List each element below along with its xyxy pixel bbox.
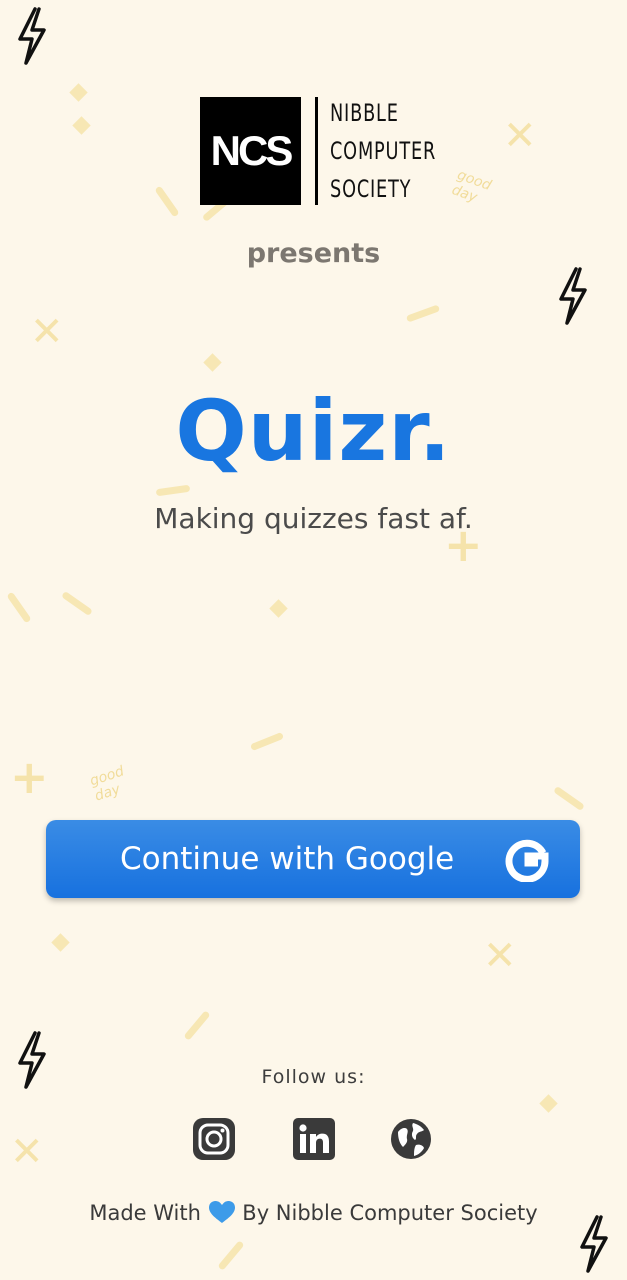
decor-dash (6, 591, 32, 624)
decor-dot (51, 933, 70, 952)
decor-good-day: good day (87, 763, 127, 805)
instagram-icon[interactable] (192, 1117, 236, 1161)
lightning-bolt-icon (18, 7, 46, 65)
lightning-bolt-icon (559, 267, 587, 325)
heart-icon (208, 1201, 235, 1223)
decor-dot (203, 353, 222, 372)
logo-line: NIBBLE (330, 99, 399, 127)
decor-dash (61, 590, 93, 617)
app-tagline: Making quizzes fast af. (154, 502, 473, 535)
decor-dot (72, 116, 91, 135)
decor-dot (539, 1094, 558, 1113)
linkedin-icon[interactable] (292, 1117, 336, 1161)
decor-dash (154, 185, 180, 218)
decor-dash (553, 785, 585, 812)
footer-credit: Made With By Nibble Computer Society (0, 1200, 627, 1225)
decor-dash (217, 1240, 245, 1271)
ncs-logo: NCS NIBBLE COMPUTER SOCIETY (200, 97, 459, 205)
globe-icon[interactable] (389, 1117, 433, 1161)
footer-prefix: Made With (89, 1201, 201, 1225)
google-button-label: Continue with Google (120, 841, 455, 877)
app-title: Quizr. (175, 382, 452, 480)
decor-dot (269, 599, 288, 618)
decor-dash (183, 1010, 211, 1041)
logo-line: COMPUTER (330, 137, 437, 165)
logo-divider (315, 97, 318, 205)
decor-x: ✕ (30, 309, 64, 355)
decor-x: ✕ (10, 1129, 44, 1175)
decor-dash (249, 731, 285, 752)
logo-wordmark: NIBBLE COMPUTER SOCIETY (330, 97, 436, 205)
decor-x: ✕ (483, 933, 517, 979)
decor-dash (155, 484, 191, 497)
logo-line: SOCIETY (330, 175, 412, 203)
decor-plus: + (10, 750, 49, 804)
footer-suffix: By Nibble Computer Society (242, 1201, 538, 1225)
decor-dash (405, 304, 441, 323)
decor-dot (69, 83, 88, 102)
continue-with-google-button[interactable]: Continue with Google (46, 820, 580, 898)
presents-text: presents (246, 238, 381, 269)
google-icon (505, 839, 549, 882)
follow-us-label: Follow us: (261, 1066, 366, 1088)
logo-mark: NCS (200, 97, 301, 205)
decor-x: ✕ (503, 113, 537, 159)
